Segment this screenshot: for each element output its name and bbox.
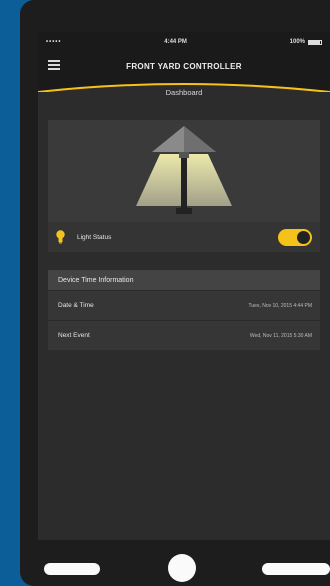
device-time-header: Device Time Information: [48, 270, 320, 290]
back-button[interactable]: [44, 563, 100, 575]
date-time-value: Tues, Nov 10, 2015 4:44 PM: [248, 302, 312, 309]
toggle-knob: [297, 231, 310, 244]
light-status-toggle[interactable]: [278, 229, 312, 246]
menu-icon[interactable]: [48, 60, 60, 70]
status-time: 4:44 PM: [164, 39, 187, 45]
home-button[interactable]: [168, 554, 196, 582]
info-row-next-event: Next Event Wed, Nov 11, 2015 5:30 AM: [48, 320, 320, 350]
lamp-illustration-panel: [48, 120, 320, 222]
app-screen: ••••• 4:44 PM 100% FRONT YARD CONTROLLER…: [38, 32, 330, 540]
next-event-value: Wed, Nov 11, 2015 5:30 AM: [249, 332, 312, 339]
info-row-date-time: Date & Time Tues, Nov 10, 2015 4:44 PM: [48, 290, 320, 320]
battery-icon: [308, 39, 322, 45]
next-event-label: Next Event: [58, 332, 90, 339]
light-status-row: Light Status: [48, 222, 320, 252]
battery-percent: 100%: [289, 39, 305, 45]
nav-bar: FRONT YARD CONTROLLER: [38, 52, 330, 80]
device-time-section: Device Time Information Date & Time Tues…: [48, 270, 320, 350]
page-title: Dashboard: [165, 88, 203, 97]
recent-apps-button[interactable]: [262, 563, 330, 575]
light-status-label: Light Status: [77, 233, 112, 241]
bulb-icon: [56, 230, 65, 244]
device-button-bar: [20, 548, 330, 586]
signal-indicator: •••••: [46, 39, 62, 45]
nav-title: FRONT YARD CONTROLLER: [126, 61, 242, 71]
status-bar: ••••• 4:44 PM 100%: [38, 32, 330, 52]
date-time-label: Date & Time: [58, 302, 94, 309]
lamp-post-icon: [136, 126, 232, 214]
battery-area: 100%: [290, 39, 322, 45]
